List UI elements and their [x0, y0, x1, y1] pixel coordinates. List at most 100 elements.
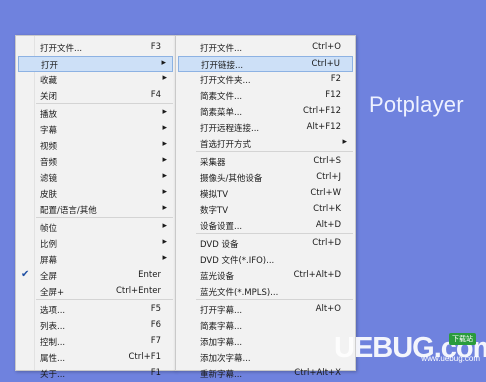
main-menu-item[interactable]: 属性... Ctrl+F1 [18, 350, 173, 366]
open-submenu-item-shortcut: Ctrl+Alt+D [293, 270, 341, 280]
menu-separator [196, 151, 353, 152]
open-submenu-item-label: 打开文件夹... [200, 76, 251, 86]
main-menu-item-shortcut: F6 [150, 320, 161, 330]
open-submenu-item[interactable]: 设备设置... Alt+D [178, 218, 353, 234]
open-submenu-item-shortcut: Alt+O [315, 304, 341, 314]
main-menu-item[interactable]: 列表... F6 [18, 318, 173, 334]
open-submenu-item[interactable]: 添加次字幕... [178, 350, 353, 366]
main-menu-item-label: 选项... [40, 306, 66, 316]
open-submenu-item[interactable]: DVD 文件(*.IFO)... [178, 252, 353, 268]
open-submenu-item[interactable]: DVD 设备 Ctrl+D [178, 236, 353, 252]
open-submenu-item-label: 蓝光设备 [200, 272, 235, 282]
open-submenu-item-shortcut: Ctrl+J [316, 172, 341, 182]
open-submenu-item[interactable]: 添加字幕... [178, 334, 353, 350]
submenu-arrow-icon: ▸ [162, 203, 167, 213]
main-menu-item-shortcut: F7 [150, 336, 161, 346]
open-submenu-item[interactable]: 打开字幕... Alt+O [178, 302, 353, 318]
main-menu-item[interactable]: 收藏 ▸ [18, 72, 173, 88]
menu-separator [36, 217, 173, 218]
main-menu-item[interactable]: 配置/语言/其他 ▸ [18, 202, 173, 218]
open-submenu-item[interactable]: 模拟TV Ctrl+W [178, 186, 353, 202]
main-menu-item-label: 控制... [40, 338, 66, 348]
main-menu-item[interactable]: 字幕 ▸ [18, 122, 173, 138]
open-submenu: 打开文件... Ctrl+O 打开链接... Ctrl+U 打开文件夹... F2 简素文件… [175, 35, 356, 380]
open-submenu-item-shortcut: Ctrl+U [311, 59, 340, 69]
open-submenu-item-label: 打开文件... [200, 44, 243, 54]
main-menu-item[interactable]: 屏幕 ▸ [18, 252, 173, 268]
open-submenu-item-shortcut: Alt+D [315, 220, 341, 230]
open-submenu-item-shortcut: Alt+F12 [306, 122, 341, 132]
open-submenu-item[interactable]: 蓝光设备 Ctrl+Alt+D [178, 268, 353, 284]
open-submenu-item[interactable]: 简素字幕... [178, 318, 353, 334]
open-submenu-item-label: 采集器 [200, 158, 226, 168]
submenu-arrow-icon: ▸ [162, 221, 167, 231]
submenu-arrow-icon: ▸ [162, 139, 167, 149]
main-menu-item[interactable]: 比例 ▸ [18, 236, 173, 252]
watermark-tag: 下载站 [449, 333, 476, 345]
main-menu-item-label: 打开文件... [40, 44, 83, 54]
main-menu-item-label: 播放 [40, 110, 58, 120]
open-submenu-item-label: 蓝光文件(*.MPLS)... [200, 288, 279, 298]
open-submenu-item-shortcut: Ctrl+S [313, 156, 341, 166]
main-menu-item-label: 帧位 [40, 224, 58, 234]
main-menu-item[interactable]: 音频 ▸ [18, 154, 173, 170]
main-menu-item-label: 视频 [40, 142, 58, 152]
watermark-domain: www.uebug.com [421, 354, 480, 363]
main-menu-item-label: 比例 [40, 240, 58, 250]
open-submenu-item-label: 简素字幕... [200, 322, 243, 332]
open-submenu-item-label: 摄像头/其他设备 [200, 174, 263, 184]
open-submenu-item-label: 模拟TV [200, 190, 229, 200]
open-submenu-item[interactable]: 打开链接... Ctrl+U [178, 56, 353, 72]
main-menu-item[interactable]: 皮肤 ▸ [18, 186, 173, 202]
open-submenu-item[interactable]: 打开文件夹... F2 [178, 72, 353, 88]
main-menu-item-label: 关闭 [40, 92, 58, 102]
open-submenu-item-label: 设备设置... [200, 222, 243, 232]
main-menu-item[interactable]: 选项... F5 [18, 302, 173, 318]
open-submenu-item[interactable]: 数字TV Ctrl+K [178, 202, 353, 218]
submenu-arrow-icon: ▸ [162, 171, 167, 181]
open-submenu-item-label: DVD 设备 [200, 240, 239, 250]
main-menu-item[interactable]: 播放 ▸ [18, 106, 173, 122]
menu-separator [36, 299, 173, 300]
submenu-arrow-icon: ▸ [161, 58, 166, 68]
main-menu-item[interactable]: 打开文件... F3 [18, 40, 173, 56]
main-menu-item[interactable]: ✔ 全屏 Enter [18, 268, 173, 284]
open-submenu-item[interactable]: 蓝光文件(*.MPLS)... [178, 284, 353, 300]
open-submenu-item-label: 首选打开方式 [200, 140, 252, 150]
open-submenu-item-shortcut: F12 [325, 90, 341, 100]
main-menu-item-shortcut: F1 [150, 368, 161, 378]
main-menu-item[interactable]: 打开 ▸ [18, 56, 173, 72]
open-submenu-item[interactable]: 简素文件... F12 [178, 88, 353, 104]
open-submenu-item[interactable]: 重新字幕... Ctrl+Alt+X [178, 366, 353, 382]
main-menu-item[interactable]: 帧位 ▸ [18, 220, 173, 236]
open-submenu-item-label: 添加次字幕... [200, 354, 251, 364]
submenu-arrow-icon: ▸ [162, 107, 167, 117]
open-submenu-item-label: 打开字幕... [200, 306, 243, 316]
open-submenu-item[interactable]: 打开文件... Ctrl+O [178, 40, 353, 56]
open-submenu-item[interactable]: 采集器 Ctrl+S [178, 154, 353, 170]
main-menu-item-shortcut: Ctrl+F1 [128, 352, 161, 362]
main-menu-item-shortcut: F5 [150, 304, 161, 314]
submenu-arrow-icon: ▸ [162, 187, 167, 197]
main-menu-item[interactable]: 滤镜 ▸ [18, 170, 173, 186]
submenu-arrow-icon: ▸ [342, 137, 347, 147]
open-submenu-item-shortcut: Ctrl+O [312, 42, 341, 52]
open-submenu-item[interactable]: 打开远程连接... Alt+F12 [178, 120, 353, 136]
open-submenu-item[interactable]: 简素菜单... Ctrl+F12 [178, 104, 353, 120]
open-submenu-item-label: 打开链接... [201, 61, 244, 71]
submenu-arrow-icon: ▸ [162, 253, 167, 263]
potplayer-brand: Potplayer [369, 92, 464, 117]
main-menu-item-label: 滤镜 [40, 174, 58, 184]
main-menu-item[interactable]: 视频 ▸ [18, 138, 173, 154]
main-menu-item[interactable]: 关于... F1 [18, 366, 173, 382]
main-menu-item[interactable]: 关闭 F4 [18, 88, 173, 104]
open-submenu-item[interactable]: 首选打开方式 ▸ [178, 136, 353, 152]
main-menu-item-label: 屏幕 [40, 256, 58, 266]
main-menu-item-label: 配置/语言/其他 [40, 206, 97, 216]
open-submenu-item[interactable]: 摄像头/其他设备 Ctrl+J [178, 170, 353, 186]
main-menu-item[interactable]: 控制... F7 [18, 334, 173, 350]
main-menu-item-shortcut: Ctrl+Enter [115, 286, 161, 296]
main-menu-item[interactable]: 全屏+ Ctrl+Enter [18, 284, 173, 300]
main-menu-item-label: 全屏 [40, 272, 58, 282]
main-menu-item-label: 列表... [40, 322, 66, 332]
